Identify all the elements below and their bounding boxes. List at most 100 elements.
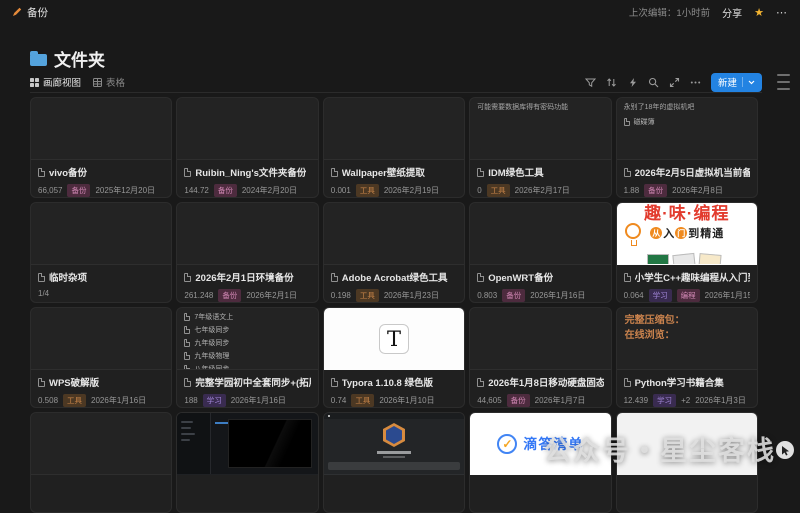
card-tag: 备份 — [502, 289, 525, 302]
card-cover — [617, 413, 757, 475]
card-meta-row: 0.198工具2026年1月23日 — [331, 289, 457, 302]
page-header: 文件夹 — [30, 46, 105, 71]
card-title-row: Typora 1.10.8 绿色版 — [331, 375, 457, 389]
card-meta-row: 66,057备份2025年12月20日 — [38, 184, 164, 197]
tab-table-view[interactable]: 表格 — [93, 72, 125, 92]
card-cover: ✓滴答清单 — [470, 413, 610, 475]
cover-pages-list: 7年级语文上七年级同步九年级同步九年级物理八年级同步八年级物理 — [177, 308, 317, 370]
card-count: 0.001 — [331, 186, 351, 195]
gallery-card[interactable]: vivo备份66,057备份2025年12月20日 — [30, 97, 172, 198]
gallery-card[interactable] — [176, 412, 318, 513]
hexagon-logo — [383, 423, 405, 447]
subpage-label: 磁碟簿 — [634, 117, 655, 127]
breadcrumb[interactable]: 备份 — [27, 5, 48, 20]
book-cover-title: 趣·味·编程 — [617, 203, 757, 224]
card-title-row: 2026年2月1日环境备份 — [184, 270, 310, 284]
doc-icon — [624, 118, 630, 126]
gallery-card[interactable]: OpenWRT备份0.803备份2026年1月16日 — [469, 202, 611, 303]
gallery-card[interactable]: Wallpaper壁纸提取0.001工具2026年2月19日 — [323, 97, 465, 198]
card-body: IDM绿色工具0工具2026年2月17日 — [470, 160, 610, 197]
card-count: 0.74 — [331, 396, 347, 405]
card-date: 2026年2月8日 — [672, 185, 723, 196]
view-bar: 画廊视图 表格 新建 — [30, 72, 762, 93]
card-tag: 工具 — [356, 184, 379, 197]
cover-preview-text: 永别了18年的虚拟机吧 — [617, 98, 757, 114]
card-title-row: 小学生C++趣味编程从入门到精通 — [624, 270, 750, 284]
card-date: 2026年1月7日 — [535, 395, 586, 406]
gallery-card[interactable]: 7年级语文上七年级同步九年级同步九年级物理八年级同步八年级物理完整学园初中全套同… — [176, 307, 318, 408]
card-cover: 完整压缩包：在线浏览： — [617, 308, 757, 370]
subpage-label: 七年级同步 — [194, 325, 229, 335]
card-cover — [31, 203, 171, 265]
card-body — [324, 475, 464, 480]
card-date: 2026年1月16日 — [91, 395, 146, 406]
doc-icon — [38, 378, 45, 387]
card-body: 完整学园初中全套同步+(拓展)188学习2026年1月16日 — [177, 370, 317, 407]
tab-gallery-view[interactable]: 画廊视图 — [30, 72, 81, 92]
card-title-row: Ruibin_Ning's文件夹备份 — [184, 165, 310, 179]
share-button[interactable]: 分享 — [722, 5, 742, 20]
doc-icon — [38, 273, 45, 282]
card-title-row: Adobe Acrobat绿色工具 — [331, 270, 457, 284]
card-meta-row: 144.72备份2024年2月20日 — [184, 184, 310, 197]
more-icon[interactable]: ⋯ — [776, 6, 788, 19]
gallery-card[interactable]: 可能需要数据库得有密码功能IDM绿色工具0工具2026年2月17日 — [469, 97, 611, 198]
gallery-card[interactable]: T Typora 1.10.8 绿色版 0.74工具2026年1月10日 — [323, 307, 465, 408]
doc-icon — [477, 168, 484, 177]
highlight-line: 完整压缩包： — [625, 314, 749, 329]
cursor-badge — [776, 441, 794, 459]
card-cover — [177, 413, 317, 475]
card-meta-row: 44,605备份2026年1月7日 — [477, 394, 603, 407]
card-cover — [31, 413, 171, 475]
star-icon[interactable]: ★ — [754, 6, 764, 19]
gallery-card[interactable]: 完整压缩包：在线浏览：Python学习书籍合集12.439学习+22026年1月… — [616, 307, 758, 408]
gallery-card[interactable]: 2026年1月8日移动硬盘固态备份44,605备份2026年1月7日 — [469, 307, 611, 408]
screenshot-text-line — [181, 421, 193, 423]
pencil-icon — [12, 7, 22, 17]
card-cover — [470, 308, 610, 370]
card-cover — [31, 308, 171, 370]
card-body: Typora 1.10.8 绿色版 0.74工具2026年1月10日 — [324, 370, 464, 407]
gallery-card[interactable]: Adobe Acrobat绿色工具 0.198工具2026年1月23日 — [323, 202, 465, 303]
card-count: 1/4 — [38, 289, 49, 298]
card-body: Ruibin_Ning's文件夹备份 144.72备份2024年2月20日 — [177, 160, 317, 197]
cover-subpage-link: 八年级同步 — [184, 364, 310, 370]
search-icon[interactable] — [648, 76, 660, 88]
cover-subpage-link: 7年级语文上 — [184, 312, 310, 322]
gallery-card[interactable]: 2026年2月1日环境备份261.248备份2026年2月1日 — [176, 202, 318, 303]
page-title: 文件夹 — [54, 46, 105, 71]
card-meta-row: 0.74工具2026年1月10日 — [331, 394, 457, 407]
expand-icon[interactable] — [669, 76, 681, 88]
cover-subpage-link: 七年级同步 — [184, 325, 310, 335]
new-button[interactable]: 新建 — [711, 73, 762, 92]
toc-widget[interactable] — [777, 74, 790, 90]
gallery-card[interactable] — [323, 412, 465, 513]
card-cover: T — [324, 308, 464, 370]
card-meta-row: 0.508工具2026年1月16日 — [38, 394, 164, 407]
gallery-card[interactable]: 永别了18年的虚拟机吧磁碟簿2026年2月5日虚拟机当前备份1.88备份2026… — [616, 97, 758, 198]
gallery-card[interactable]: 趣·味·编程从入门到精通小学生C++趣味编程从入门到精通0.064学习编程202… — [616, 202, 758, 303]
gallery-card[interactable] — [616, 412, 758, 513]
gallery-card[interactable]: Ruibin_Ning's文件夹备份 144.72备份2024年2月20日 — [176, 97, 318, 198]
gallery-card[interactable]: 临时杂项1/4 — [30, 202, 172, 303]
card-body: Adobe Acrobat绿色工具 0.198工具2026年1月23日 — [324, 265, 464, 302]
highlight-line: 在线浏览： — [625, 329, 749, 344]
card-date: 2026年1月16日 — [530, 290, 585, 301]
gallery-card[interactable] — [30, 412, 172, 513]
gallery-card[interactable]: ✓滴答清单 — [469, 412, 611, 513]
ticktick-logo-text: 滴答清单 — [523, 434, 583, 454]
cursor-icon — [781, 445, 790, 456]
screenshot-text-line — [181, 427, 191, 429]
card-tag: 备份 — [507, 394, 530, 407]
more-tools-icon[interactable] — [690, 76, 702, 88]
card-meta-row: 0工具2026年2月17日 — [477, 184, 603, 197]
doc-icon — [624, 168, 631, 177]
doc-icon — [184, 168, 191, 177]
filter-icon[interactable] — [585, 76, 597, 88]
card-body — [31, 475, 171, 480]
gallery-card[interactable]: WPS破解版0.508工具2026年1月16日 — [30, 307, 172, 408]
sort-icon[interactable] — [606, 76, 618, 88]
cover-subpage-link: 九年级同步 — [184, 338, 310, 348]
card-cover — [177, 203, 317, 265]
lightning-icon[interactable] — [627, 76, 639, 88]
